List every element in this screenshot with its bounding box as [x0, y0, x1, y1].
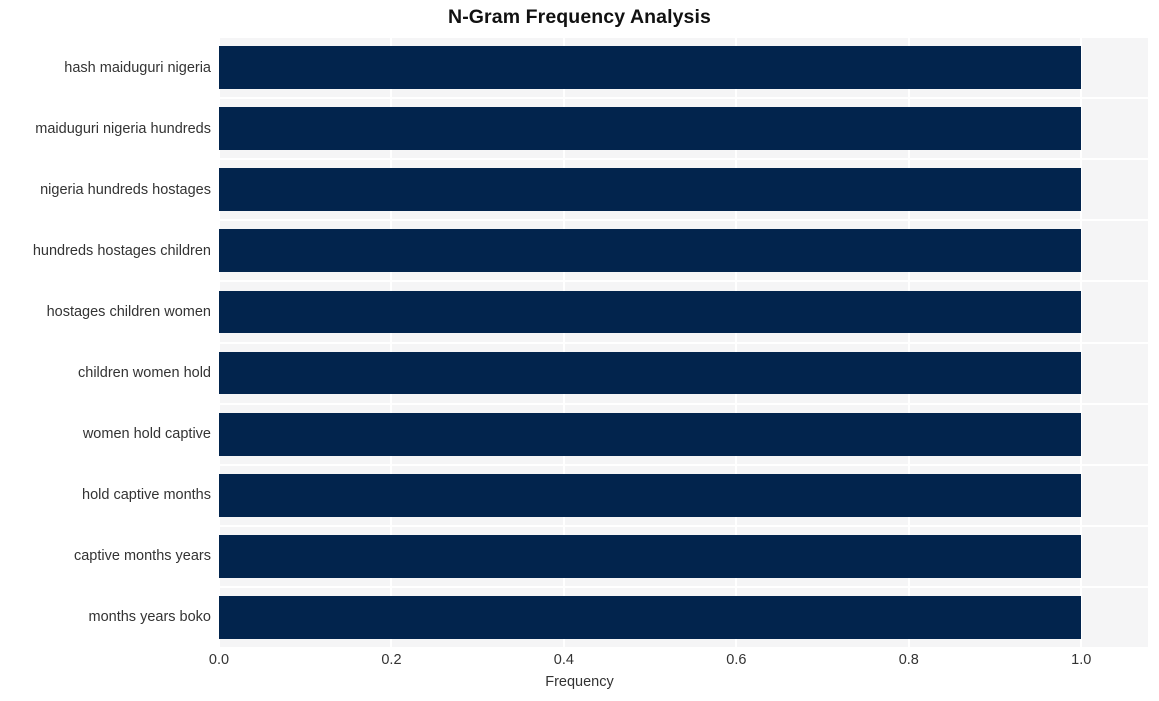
- y-axis-tick-label: nigeria hundreds hostages: [40, 181, 211, 198]
- y-axis-tick-label: months years boko: [88, 609, 211, 626]
- x-axis-title: Frequency: [545, 674, 614, 690]
- y-axis-tick-label: hash maiduguri nigeria: [64, 59, 211, 76]
- x-axis-tick-label: 0.6: [726, 652, 747, 668]
- x-axis-tick-label: 1.0: [1071, 652, 1092, 668]
- bar: [219, 107, 1082, 151]
- y-axis-tick-label: hold captive months: [82, 487, 211, 504]
- bar: [219, 229, 1082, 273]
- y-axis-tick-label: hundreds hostages children: [32, 242, 211, 259]
- x-axis-tick-label: 0.0: [208, 652, 230, 668]
- chart-figure: N-Gram Frequency Analysis hash maiduguri…: [0, 0, 1159, 701]
- y-axis-tick-label: children women hold: [78, 365, 211, 382]
- bar-series: [219, 37, 1148, 648]
- bar: [219, 351, 1082, 395]
- x-axis-tick-label: 0.2: [381, 652, 402, 668]
- y-axis-tick-labels: hash maiduguri nigeria maiduguri nigeria …: [0, 37, 211, 648]
- bar: [219, 473, 1082, 517]
- bar: [219, 412, 1082, 456]
- bar: [219, 596, 1082, 639]
- x-axis-tick-label: 0.8: [898, 652, 919, 668]
- y-axis-tick-label: maiduguri nigeria hundreds: [35, 120, 211, 137]
- bar: [219, 534, 1082, 578]
- bar: [219, 290, 1082, 334]
- bar: [219, 168, 1082, 212]
- x-axis-tick-label: 0.4: [553, 652, 574, 668]
- y-axis-tick-label: captive months years: [73, 548, 211, 565]
- y-axis-tick-label: hostages children women: [46, 303, 211, 320]
- y-axis-tick-label: women hold captive: [82, 426, 211, 443]
- chart-title: N-Gram Frequency Analysis: [448, 6, 711, 28]
- bar: [219, 46, 1082, 89]
- x-axis-tick-labels: 0.0 0.2 0.4 0.6 0.8 1.0: [0, 652, 1159, 674]
- plot-area: [219, 37, 1148, 648]
